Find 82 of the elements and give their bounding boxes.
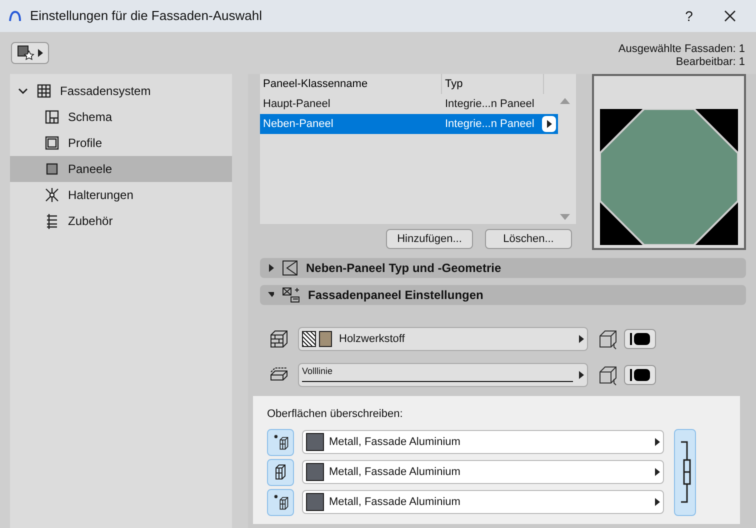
pen-color-button[interactable] <box>624 329 656 349</box>
section-header[interactable]: Fassadenpaneel Einstellungen <box>260 285 746 305</box>
surface-side-button[interactable] <box>267 458 294 486</box>
section-title: Fassadenpaneel Einstellungen <box>308 287 484 304</box>
caret-icon <box>268 264 274 272</box>
material-dropdown[interactable]: Holzwerkstoff <box>298 327 588 351</box>
caret-icon <box>268 291 274 299</box>
color-swatch <box>634 333 650 345</box>
surface-side-button[interactable] <box>267 428 294 456</box>
link-button[interactable] <box>674 428 696 516</box>
item-label: Fassadensystem <box>60 83 151 100</box>
sidebar-item[interactable]: Zubehör <box>10 208 232 234</box>
color-swatch <box>306 463 324 481</box>
color-swatch <box>319 331 332 347</box>
item-label: Schema <box>68 109 112 126</box>
caret-icon <box>578 371 584 379</box>
hatch-swatch <box>302 331 316 347</box>
caret-icon <box>654 438 660 446</box>
help-button[interactable]: ? <box>674 6 704 26</box>
sidebar-item[interactable]: Profile <box>10 130 232 156</box>
color-swatch <box>306 493 324 511</box>
action-button[interactable]: Löschen... <box>485 229 572 249</box>
table-row[interactable]: Haupt-Paneel Integrie...n Paneel <box>260 94 558 114</box>
item-label: Paneele <box>68 161 112 178</box>
sidebar-item[interactable]: Halterungen <box>10 182 232 208</box>
surface-dropdown[interactable]: Metall, Fassade Aluminium <box>302 460 664 484</box>
caret-icon <box>37 49 43 57</box>
pen-color-button[interactable] <box>624 365 656 385</box>
dropdown-value: Volllinie <box>302 366 334 376</box>
sidebar-item[interactable]: Paneele <box>10 156 232 182</box>
favorites-icon <box>17 45 35 61</box>
color-swatch <box>634 369 650 381</box>
chain-link-icon <box>679 440 691 504</box>
lit-box-icon <box>272 434 290 450</box>
app-logo-icon <box>8 10 22 22</box>
item-label: Profile <box>68 135 102 152</box>
square-icon <box>44 161 60 177</box>
item-label: Halterungen <box>68 187 134 204</box>
dropdown-value: Metall, Fassade Aluminium <box>329 434 462 450</box>
surface-dropdown[interactable]: Metall, Fassade Aluminium <box>302 430 664 454</box>
layout-icon <box>44 109 60 125</box>
column-header[interactable]: Typ <box>442 74 544 94</box>
dropdown-value: Holzwerkstoff <box>339 332 406 347</box>
brick-icon <box>270 330 288 348</box>
row-menu-button[interactable] <box>542 116 556 132</box>
surface-dropdown[interactable]: Metall, Fassade Aluminium <box>302 490 664 514</box>
close-icon[interactable] <box>724 10 736 22</box>
lit-box-icon <box>272 494 290 510</box>
table-cell-text: Integrie...n Paneel <box>444 116 536 132</box>
table-row[interactable]: Neben-Paneel Integrie...n Paneel <box>260 114 558 134</box>
window-title: Einstellungen für die Fassaden-Auswahl <box>30 7 262 26</box>
caret-icon <box>654 468 660 476</box>
dropdown-value: Metall, Fassade Aluminium <box>329 494 462 510</box>
table-cell-text: Neben-Paneel <box>262 116 334 132</box>
chevron-icon[interactable] <box>18 86 28 96</box>
info-text: Bearbeitbar: 1 <box>676 56 745 69</box>
line-type-dropdown[interactable]: Volllinie <box>298 363 588 387</box>
surface-label: Oberflächen überschreiben: <box>267 407 404 422</box>
item-label: Zubehör <box>68 213 113 230</box>
column-header[interactable]: Paneel-Klassenname <box>260 74 442 94</box>
dropdown-value: Metall, Fassade Aluminium <box>329 464 462 480</box>
box-icon <box>275 464 286 480</box>
caret-icon <box>578 335 584 343</box>
section-title: Neben-Paneel Typ und -Geometrie <box>306 260 502 277</box>
favorites-button[interactable] <box>11 42 49 64</box>
surface-side-button[interactable] <box>267 488 294 516</box>
caret-icon <box>546 120 552 128</box>
color-swatch <box>306 433 324 451</box>
layers-icon <box>44 213 60 229</box>
sidebar-item[interactable]: Schema <box>10 104 232 130</box>
settings-icon <box>282 287 300 303</box>
caret-icon <box>654 498 660 506</box>
sidebar-item[interactable]: Fassadensystem <box>10 78 232 104</box>
frame-icon <box>44 135 60 151</box>
section-header[interactable]: Neben-Paneel Typ und -Geometrie <box>260 258 746 278</box>
table-cell-text: Haupt-Paneel <box>262 96 332 112</box>
table-cell-text: Integrie...n Paneel <box>444 96 536 112</box>
geometry-icon <box>282 260 298 276</box>
action-button[interactable]: Hinzufügen... <box>386 229 473 249</box>
grid-icon <box>36 83 52 99</box>
info-text: Ausgewählte Fassaden: 1 <box>618 43 745 56</box>
joint-icon <box>44 187 60 203</box>
